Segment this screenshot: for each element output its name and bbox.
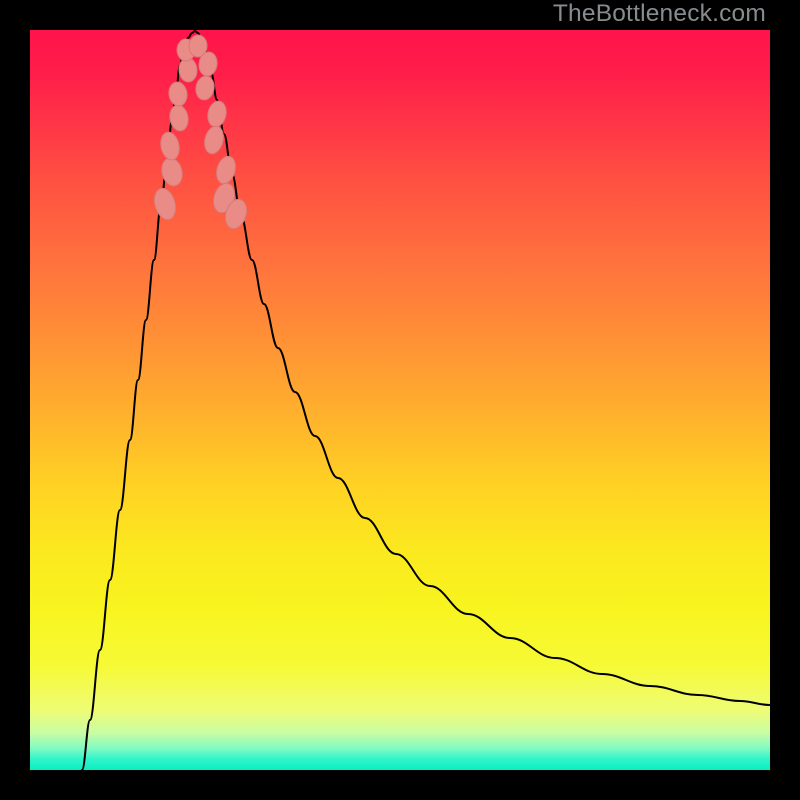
- bead: [159, 156, 185, 188]
- watermark-text: TheBottleneck.com: [553, 0, 766, 28]
- bead: [151, 186, 179, 222]
- bead-cluster: [151, 35, 250, 232]
- bead: [158, 130, 181, 161]
- v-curve: [82, 31, 770, 770]
- bead: [167, 81, 188, 107]
- bead: [205, 99, 228, 128]
- plot-area: [30, 30, 770, 770]
- curve-layer: [30, 30, 770, 770]
- chart-frame: TheBottleneck.com: [0, 0, 800, 800]
